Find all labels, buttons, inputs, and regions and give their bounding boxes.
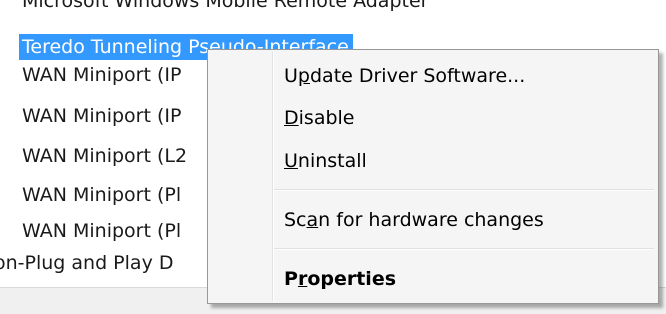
menu-item-label: Sc (284, 209, 307, 231)
tree-item-label: Microsoft Windows Mobile Remote Adapter (22, 0, 429, 12)
tree-item-label: on-Plug and Play D (0, 252, 174, 274)
menu-item-label: date Driver Software... (309, 65, 526, 87)
tree-item-wan-miniport-1[interactable]: WAN Miniport (IP (22, 62, 181, 88)
menu-item-disable[interactable]: Disable (284, 103, 355, 133)
menu-item-label: U (284, 65, 298, 87)
tree-item-mobile-remote-adapter[interactable]: Microsoft Windows Mobile Remote Adapter (22, 0, 428, 14)
tree-item-label: WAN Miniport (IP (22, 105, 182, 127)
menu-item-properties[interactable]: Properties (284, 264, 396, 294)
tree-item-wan-miniport-3[interactable]: WAN Miniport (L2 (22, 143, 187, 169)
mnemonic-letter: D (284, 107, 299, 129)
menu-separator (274, 189, 654, 191)
menu-separator (274, 248, 654, 250)
mnemonic-letter: U (284, 150, 298, 172)
tree-item-label: WAN Miniport (L2 (22, 145, 188, 167)
mnemonic-letter: p (297, 65, 310, 87)
menu-item-label: n for hardware changes (318, 209, 544, 231)
menu-item-label: ninstall (297, 150, 367, 172)
mnemonic-letter: r (297, 268, 308, 290)
tree-item-label: WAN Miniport (Pl (22, 184, 182, 206)
menu-item-label: isable (298, 107, 355, 129)
menu-item-uninstall[interactable]: Uninstall (284, 146, 367, 176)
menu-item-update-driver[interactable]: Update Driver Software... (284, 61, 525, 91)
tree-item-wan-miniport-2[interactable]: WAN Miniport (IP (22, 103, 181, 129)
menu-item-label: operties (307, 268, 397, 290)
mnemonic-letter: a (306, 209, 319, 231)
tree-item-label: WAN Miniport (Pl (22, 220, 182, 242)
menu-item-scan-hardware[interactable]: Scan for hardware changes (284, 205, 544, 235)
context-menu: Update Driver Software... Disable Uninst… (207, 49, 659, 304)
tree-item-wan-miniport-4[interactable]: WAN Miniport (Pl (22, 182, 181, 208)
tree-item-label: WAN Miniport (IP (22, 64, 182, 86)
tree-category-non-pnp-drivers[interactable]: on-Plug and Play D (0, 250, 173, 276)
tree-item-wan-miniport-5[interactable]: WAN Miniport (Pl (22, 218, 181, 244)
menu-icon-gutter (272, 52, 274, 301)
menu-item-label: P (284, 268, 298, 290)
